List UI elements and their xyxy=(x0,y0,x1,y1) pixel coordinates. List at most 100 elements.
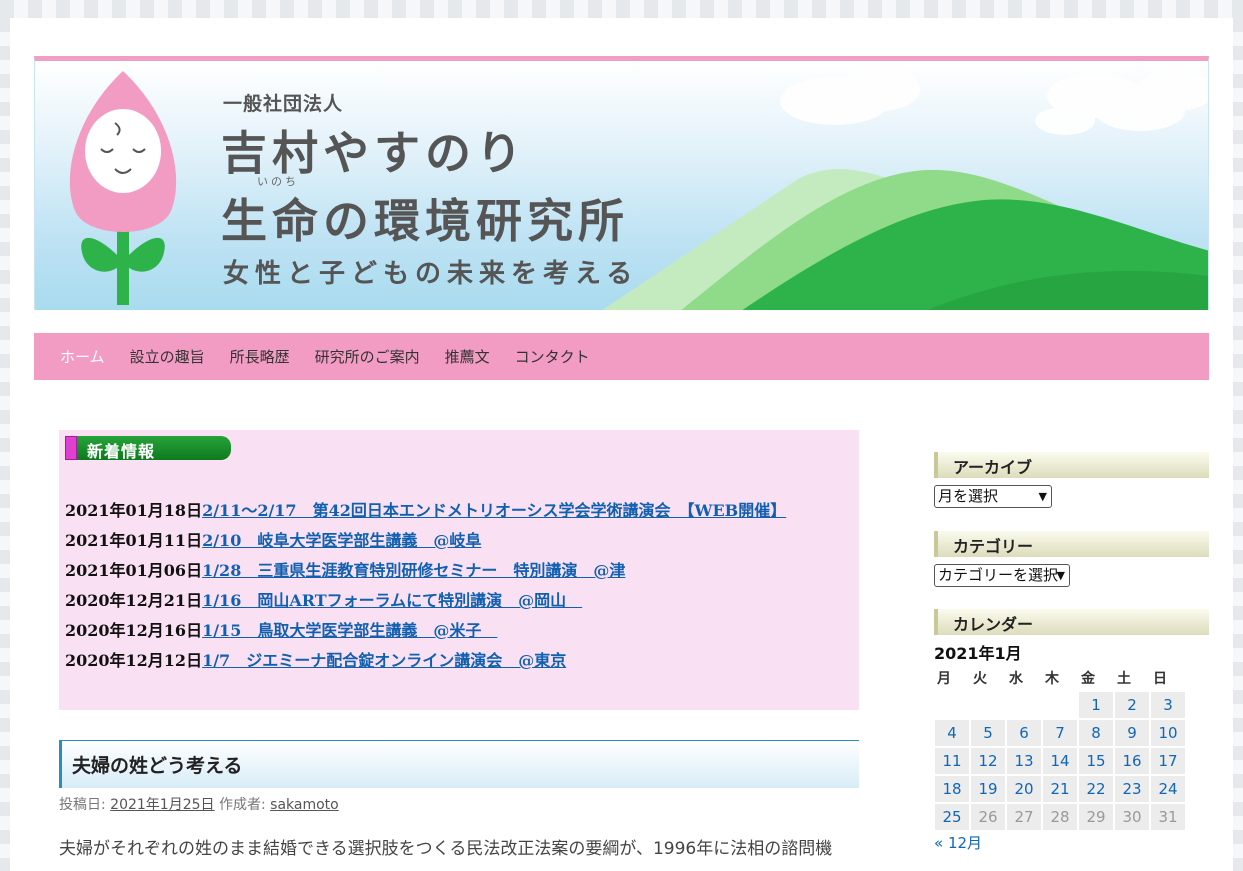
calendar-day[interactable]: 11 xyxy=(935,748,969,774)
news-item: 2020年12月16日1/15 鳥取大学医学部生講義 @米子 xyxy=(65,616,786,646)
calendar-day[interactable]: 20 xyxy=(1007,776,1041,802)
nav-item-contact[interactable]: コンタクト xyxy=(515,346,590,367)
calendar-day: 27 xyxy=(1007,804,1041,830)
news-date: 2021年01月18日 xyxy=(65,501,203,520)
news-item: 2021年01月06日1/28 三重県生涯教育特別研修セミナー 特別講演 @津 xyxy=(65,556,786,586)
calendar-day: 29 xyxy=(1079,804,1113,830)
news-link[interactable]: 2/11～2/17 第42回日本エンドメトリオーシス学会学術講演会 【WEB開催… xyxy=(202,501,786,520)
calendar-day[interactable]: 19 xyxy=(971,776,1005,802)
calendar-day: 31 xyxy=(1151,804,1185,830)
calendar-day[interactable]: 12 xyxy=(971,748,1005,774)
calendar-day[interactable]: 8 xyxy=(1079,720,1113,746)
post-date-label: 投稿日: xyxy=(59,797,106,813)
category-title: カテゴリー xyxy=(953,537,1034,556)
nav-item-home[interactable]: ホーム xyxy=(60,346,105,367)
calendar-day: 28 xyxy=(1043,804,1077,830)
calendar-day[interactable]: 10 xyxy=(1151,720,1185,746)
news-list: 2021年01月18日2/11～2/17 第42回日本エンドメトリオーシス学会学… xyxy=(65,496,786,676)
flower-mascot-icon xyxy=(69,71,177,305)
calendar-day: 30 xyxy=(1115,804,1149,830)
site-title-line2: 生命の環境研究所 xyxy=(221,194,629,248)
category-select-value: カテゴリーを選択 xyxy=(938,566,1059,584)
news-item: 2021年01月18日2/11～2/17 第42回日本エンドメトリオーシス学会学… xyxy=(65,496,786,526)
news-heading: 新着情報 xyxy=(87,442,156,461)
post-date-link[interactable]: 2021年1月25日 xyxy=(110,797,214,813)
calendar-week-row: 4 5 6 7 8 9 10 xyxy=(935,720,1185,746)
calendar-table: 月火水木金土日 1 2 3 4 5 6 7 8 9 10 11 12 13 14 15 16 17 18 19 20 2… xyxy=(933,664,1187,832)
calendar-weekday: 金 xyxy=(1081,671,1095,687)
calendar-weekday: 土 xyxy=(1117,671,1131,687)
nav-item-recommendation[interactable]: 推薦文 xyxy=(445,346,490,367)
calendar-day[interactable]: 9 xyxy=(1115,720,1149,746)
calendar-day[interactable]: 16 xyxy=(1115,748,1149,774)
calendar-day[interactable]: 6 xyxy=(1007,720,1041,746)
news-link[interactable]: 2/10 岐阜大学医学部生講義 @岐阜 xyxy=(202,531,481,550)
calendar-day[interactable]: 2 xyxy=(1115,692,1149,718)
news-date: 2020年12月21日 xyxy=(65,591,203,610)
calendar-day: 26 xyxy=(971,804,1005,830)
cloud-icon xyxy=(780,67,1208,135)
news-date: 2021年01月06日 xyxy=(65,561,203,580)
page-background-pattern xyxy=(0,0,1243,18)
calendar-week-row: 123 xyxy=(935,692,1185,718)
calendar-day[interactable]: 3 xyxy=(1151,692,1185,718)
calendar-day[interactable]: 4 xyxy=(935,720,969,746)
category-widget-title: カテゴリー xyxy=(934,531,1209,557)
news-link[interactable]: 1/28 三重県生涯教育特別研修セミナー 特別講演 @津 xyxy=(202,561,625,580)
news-link[interactable]: 1/16 岡山ARTフォーラムにて特別講演 @岡山 xyxy=(202,591,582,610)
chevron-down-icon: ▼ xyxy=(1056,569,1065,582)
page-container: 一般社団法人 吉村やすのり いのち 生命の環境研究所 女性と子どもの未来を考える… xyxy=(10,18,1233,871)
calendar-week-row: 11 12 13 14 15 16 17 xyxy=(935,748,1185,774)
calendar-day[interactable]: 24 xyxy=(1151,776,1185,802)
calendar-day[interactable]: 15 xyxy=(1079,748,1113,774)
calendar-title: カレンダー xyxy=(953,615,1034,634)
page-background-left xyxy=(0,18,10,871)
calendar-weekday: 火 xyxy=(973,671,987,687)
archive-select[interactable]: 月を選択 ▼ xyxy=(934,485,1052,508)
calendar-week-row: 18 19 20 21 22 23 24 xyxy=(935,776,1185,802)
calendar-day[interactable]: 7 xyxy=(1043,720,1077,746)
news-box: 新着情報 2021年01月18日2/11～2/17 第42回日本エンドメトリオー… xyxy=(59,430,859,710)
calendar-day[interactable]: 5 xyxy=(971,720,1005,746)
post-meta: 投稿日: 2021年1月25日 作成者: sakamoto xyxy=(59,794,339,814)
page-background-right xyxy=(1233,18,1243,871)
archive-select-value: 月を選択 xyxy=(938,487,999,505)
calendar-day[interactable]: 18 xyxy=(935,776,969,802)
calendar-day[interactable]: 17 xyxy=(1151,748,1185,774)
post-title[interactable]: 夫婦の姓どう考える xyxy=(72,751,242,778)
post-body-text: 夫婦がそれぞれの姓のまま結婚できる選択肢をつくる民法改正法案の要綱が、1996年… xyxy=(59,839,833,859)
calendar-weekday: 日 xyxy=(1153,671,1167,687)
calendar-weekday: 水 xyxy=(1009,671,1023,687)
calendar-day[interactable]: 23 xyxy=(1115,776,1149,802)
nav-item-institute-guide[interactable]: 研究所のご案内 xyxy=(315,346,420,367)
post-author-link[interactable]: sakamoto xyxy=(270,797,339,813)
nav-item-purpose[interactable]: 設立の趣旨 xyxy=(130,346,205,367)
calendar-weekday: 木 xyxy=(1045,671,1059,687)
org-type-label: 一般社団法人 xyxy=(223,93,344,115)
calendar-day[interactable]: 25 xyxy=(935,804,969,830)
main-navigation: ホーム 設立の趣旨 所長略歴 研究所のご案内 推薦文 コンタクト xyxy=(34,333,1209,380)
news-link[interactable]: 1/7 ジエミーナ配合錠オンライン講演会 @東京 xyxy=(202,651,566,670)
news-date: 2020年12月12日 xyxy=(65,651,203,670)
calendar-week-row: 25 26 27 28 29 30 31 xyxy=(935,804,1185,830)
calendar-day[interactable]: 13 xyxy=(1007,748,1041,774)
news-link[interactable]: 1/15 鳥取大学医学部生講義 @米子 xyxy=(202,621,497,640)
calendar-empty-cell xyxy=(1043,692,1077,718)
calendar-day[interactable]: 14 xyxy=(1043,748,1077,774)
news-date: 2020年12月16日 xyxy=(65,621,203,640)
post-author-label: 作成者: xyxy=(218,797,266,813)
chevron-down-icon: ▼ xyxy=(1038,490,1047,503)
calendar-day[interactable]: 22 xyxy=(1079,776,1113,802)
news-date: 2021年01月11日 xyxy=(65,531,203,550)
news-item: 2021年01月11日2/10 岐阜大学医学部生講義 @岐阜 xyxy=(65,526,786,556)
site-header-banner[interactable]: 一般社団法人 吉村やすのり いのち 生命の環境研究所 女性と子どもの未来を考える xyxy=(34,56,1209,310)
calendar-body: 1 2 3 4 5 6 7 8 9 10 11 12 13 14 15 16 17 18 19 20 21 22 23 24 2… xyxy=(935,692,1185,830)
calendar-empty-cell xyxy=(971,692,1005,718)
calendar-day[interactable]: 21 xyxy=(1043,776,1077,802)
category-select[interactable]: カテゴリーを選択 ▼ xyxy=(934,564,1070,587)
post-title-bar: 夫婦の姓どう考える xyxy=(59,740,859,788)
calendar-day[interactable]: 1 xyxy=(1079,692,1113,718)
nav-item-director-profile[interactable]: 所長略歴 xyxy=(230,346,290,367)
calendar-prev-month-link[interactable]: « 12月 xyxy=(934,832,982,853)
news-heading-badge: 新着情報 xyxy=(65,436,231,461)
